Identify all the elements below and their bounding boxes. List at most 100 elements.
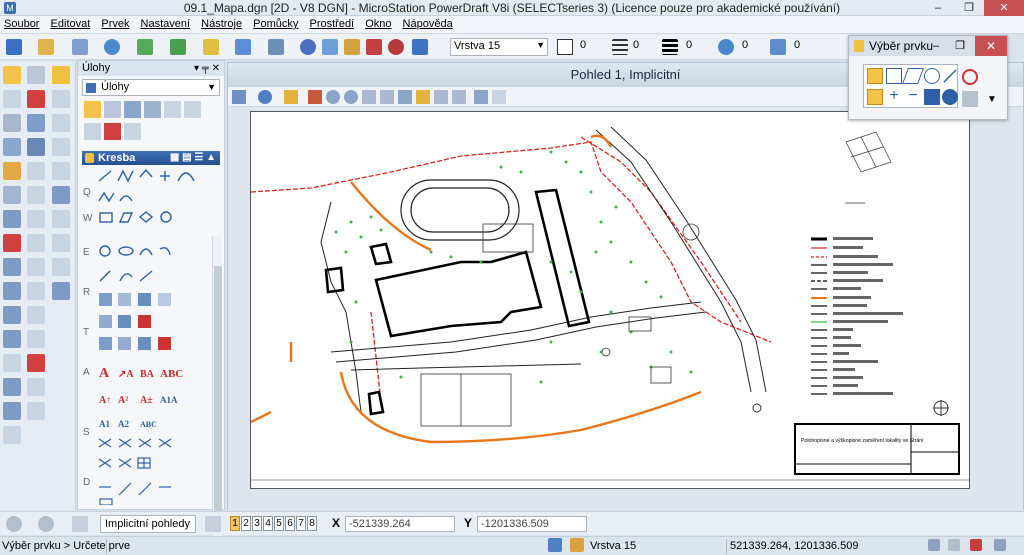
snap-off-icon[interactable] bbox=[366, 39, 382, 55]
delete-vertex-icon[interactable] bbox=[3, 234, 21, 252]
line-weight-icon[interactable] bbox=[662, 39, 678, 55]
section-controls-icon[interactable]: ▦ ▤ ☰ ▲ bbox=[170, 151, 216, 165]
rotate-icon[interactable] bbox=[52, 114, 70, 132]
globe-icon[interactable] bbox=[104, 39, 120, 55]
maximize-button[interactable]: ❐ bbox=[955, 0, 983, 16]
menu-element[interactable]: Prvek bbox=[97, 16, 133, 32]
individual-mode-icon[interactable] bbox=[867, 68, 883, 84]
drop-icon[interactable] bbox=[27, 306, 45, 324]
select-tool-icon[interactable] bbox=[84, 101, 101, 118]
trim-icon[interactable] bbox=[52, 162, 70, 180]
array-icon[interactable] bbox=[52, 138, 70, 156]
hand-icon[interactable] bbox=[3, 138, 21, 156]
break-icon[interactable] bbox=[3, 210, 21, 228]
view-button-8[interactable]: 8 bbox=[307, 516, 317, 531]
y-coordinate-field[interactable]: -1201336.509 bbox=[477, 516, 587, 532]
menu-file[interactable]: Soubor bbox=[0, 16, 43, 32]
forward-arrow-icon[interactable] bbox=[38, 516, 54, 532]
place-fence-tool-icon[interactable] bbox=[104, 101, 121, 118]
new-file-icon[interactable] bbox=[6, 39, 22, 55]
view-button-6[interactable]: 6 bbox=[285, 516, 295, 531]
menu-edit[interactable]: Editovat bbox=[47, 16, 95, 32]
rotate-view-icon[interactable] bbox=[398, 90, 412, 104]
curve-icon[interactable] bbox=[27, 282, 45, 300]
delete-icon[interactable] bbox=[27, 90, 45, 108]
view-previous-icon[interactable] bbox=[434, 90, 448, 104]
box-select-icon[interactable] bbox=[27, 330, 45, 348]
attach-reference-icon[interactable] bbox=[72, 39, 88, 55]
close-button[interactable]: ✕ bbox=[984, 0, 1024, 16]
circle-mode-icon[interactable] bbox=[924, 68, 940, 84]
shape-icon[interactable] bbox=[3, 354, 21, 372]
attributes-icon[interactable] bbox=[412, 39, 428, 55]
line-mode-icon[interactable] bbox=[942, 68, 958, 84]
back-arrow-icon[interactable] bbox=[6, 516, 22, 532]
chamfer-icon[interactable] bbox=[27, 210, 45, 228]
cell-icon[interactable] bbox=[3, 282, 21, 300]
view-button-5[interactable]: 5 bbox=[274, 516, 284, 531]
line-style-icon[interactable] bbox=[612, 39, 628, 55]
view-button-2[interactable]: 2 bbox=[241, 516, 251, 531]
info-icon[interactable] bbox=[300, 39, 316, 55]
scrollbar-thumb[interactable] bbox=[214, 266, 222, 516]
manipulate-tool-icon[interactable] bbox=[124, 123, 141, 140]
select-all-icon[interactable] bbox=[962, 91, 978, 107]
display-style-icon[interactable] bbox=[258, 90, 272, 104]
update-view-icon[interactable] bbox=[308, 90, 322, 104]
image-icon[interactable] bbox=[137, 39, 153, 55]
subtract-mode-icon[interactable]: − bbox=[905, 88, 921, 105]
copy-tool-icon[interactable] bbox=[164, 101, 181, 118]
message-icon[interactable] bbox=[970, 539, 982, 551]
invert-mode-icon[interactable] bbox=[924, 89, 940, 105]
level-combo[interactable]: Vrstva 15 ▼ bbox=[450, 38, 548, 56]
snap-status-icon[interactable] bbox=[570, 538, 584, 552]
measure-tool-icon[interactable] bbox=[3, 186, 21, 204]
view-options-icon[interactable] bbox=[492, 90, 506, 104]
align-icon[interactable] bbox=[52, 234, 70, 252]
arc-tool-icon[interactable] bbox=[27, 258, 45, 276]
group-tool-icon[interactable] bbox=[184, 101, 201, 118]
element-selection-titlebar[interactable]: Výběr prvku – ❐ ✕ bbox=[849, 36, 1007, 56]
fit-view-icon[interactable] bbox=[380, 90, 394, 104]
open-file-icon[interactable] bbox=[38, 39, 54, 55]
lighting-icon[interactable] bbox=[284, 90, 298, 104]
accudraw-icon[interactable] bbox=[268, 39, 284, 55]
model-icon[interactable] bbox=[948, 539, 960, 551]
shape-mode-icon[interactable] bbox=[902, 68, 924, 84]
zoom-in-icon[interactable] bbox=[326, 90, 340, 104]
transparency-icon[interactable] bbox=[718, 39, 734, 55]
annotate-icon[interactable] bbox=[27, 402, 45, 420]
priority-icon[interactable] bbox=[770, 39, 786, 55]
view-button-7[interactable]: 7 bbox=[296, 516, 306, 531]
copy-icon[interactable] bbox=[3, 114, 21, 132]
pan-view-icon[interactable] bbox=[416, 90, 430, 104]
view-next-icon[interactable] bbox=[452, 90, 466, 104]
menu-settings[interactable]: Nastavení bbox=[137, 16, 195, 32]
points-icon[interactable] bbox=[3, 378, 21, 396]
snap-icon[interactable] bbox=[235, 39, 251, 55]
pin-icon[interactable]: ▾ ╤ ✕ bbox=[194, 61, 220, 76]
view-history-icon[interactable] bbox=[72, 516, 88, 532]
text-tool-icon[interactable] bbox=[3, 330, 21, 348]
view-button-4[interactable]: 4 bbox=[263, 516, 273, 531]
design-history-icon[interactable] bbox=[994, 539, 1006, 551]
menu-workspace[interactable]: Prostředí bbox=[305, 16, 358, 32]
stretch-icon[interactable] bbox=[52, 258, 70, 276]
task-selector[interactable]: Úlohy ▼ bbox=[82, 79, 220, 96]
mirror-icon[interactable] bbox=[27, 138, 45, 156]
offset-icon[interactable] bbox=[52, 210, 70, 228]
clear-icon[interactable] bbox=[27, 354, 45, 372]
no-entry-icon[interactable] bbox=[388, 39, 404, 55]
drawing-section-header[interactable]: Kresba ▦ ▤ ☰ ▲ bbox=[82, 151, 220, 165]
modify-icon[interactable] bbox=[27, 162, 45, 180]
view-button-3[interactable]: 3 bbox=[252, 516, 262, 531]
copy-view-icon[interactable] bbox=[474, 90, 488, 104]
fillet-icon[interactable] bbox=[52, 186, 70, 204]
dimension-icon[interactable] bbox=[3, 258, 21, 276]
solids-icon[interactable] bbox=[3, 402, 21, 420]
menu-help[interactable]: Nápověda bbox=[399, 16, 457, 32]
lock-icon[interactable] bbox=[548, 538, 562, 552]
insert-vertex-icon[interactable] bbox=[27, 234, 45, 252]
select-arrow-icon[interactable] bbox=[3, 66, 21, 84]
float-close-button[interactable]: ✕ bbox=[975, 36, 1007, 56]
